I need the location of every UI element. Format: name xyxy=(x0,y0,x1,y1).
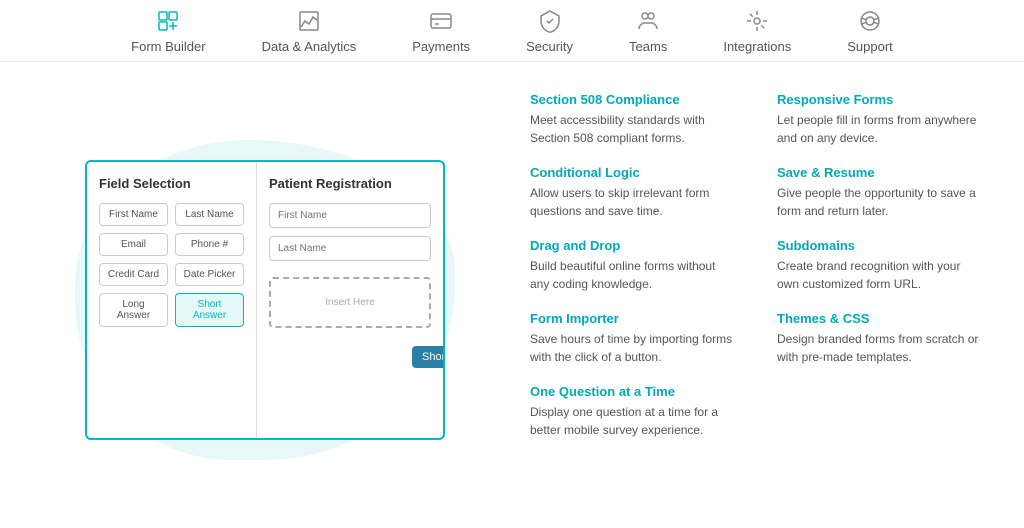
field-selection-panel: Field Selection First Name Last Name Ema… xyxy=(87,162,257,438)
data-analytics-icon xyxy=(295,7,323,35)
feature-subdomains-title[interactable]: Subdomains xyxy=(777,238,984,253)
nav-security-label: Security xyxy=(526,39,573,54)
feature-section-508-desc: Meet accessibility standards with Sectio… xyxy=(530,111,737,147)
nav-support-label: Support xyxy=(847,39,893,54)
field-grid: First Name Last Name Email Phone # Credi… xyxy=(99,203,244,327)
feature-subdomains: Subdomains Create brand recognition with… xyxy=(777,238,984,293)
feature-conditional-logic-title[interactable]: Conditional Logic xyxy=(530,165,737,180)
integrations-icon xyxy=(743,7,771,35)
drop-zone: Insert Here xyxy=(269,277,431,328)
right-panel: Section 508 Compliance Meet accessibilit… xyxy=(530,92,984,508)
feature-themes-css-desc: Design branded forms from scratch or wit… xyxy=(777,330,984,366)
left-panel: Field Selection First Name Last Name Ema… xyxy=(40,92,490,508)
feature-section-508: Section 508 Compliance Meet accessibilit… xyxy=(530,92,737,147)
features-col1: Section 508 Compliance Meet accessibilit… xyxy=(530,92,737,457)
drag-tooltip: Short Answer xyxy=(412,346,445,368)
field-chip-first-name[interactable]: First Name xyxy=(99,203,168,226)
feature-drag-drop-desc: Build beautiful online forms without any… xyxy=(530,257,737,293)
nav-teams[interactable]: Teams xyxy=(601,7,695,54)
field-chip-long-answer[interactable]: Long Answer xyxy=(99,293,168,327)
feature-responsive-forms-title[interactable]: Responsive Forms xyxy=(777,92,984,107)
feature-one-question-title[interactable]: One Question at a Time xyxy=(530,384,737,399)
drop-zone-hint: Insert Here xyxy=(325,297,374,308)
support-icon xyxy=(856,7,884,35)
form-preview: Field Selection First Name Last Name Ema… xyxy=(85,160,445,440)
nav-data-analytics-label: Data & Analytics xyxy=(262,39,357,54)
teams-icon xyxy=(634,7,662,35)
field-selection-title: Field Selection xyxy=(99,176,244,191)
feature-one-question: One Question at a Time Display one quest… xyxy=(530,384,737,439)
nav-payments[interactable]: Payments xyxy=(384,7,498,54)
nav-teams-label: Teams xyxy=(629,39,667,54)
feature-conditional-logic: Conditional Logic Allow users to skip ir… xyxy=(530,165,737,220)
form-area: Patient Registration Insert Here Short A… xyxy=(257,162,443,438)
feature-one-question-desc: Display one question at a time for a bet… xyxy=(530,403,737,439)
nav-security[interactable]: Security xyxy=(498,7,601,54)
feature-themes-css-title[interactable]: Themes & CSS xyxy=(777,311,984,326)
main-content: Field Selection First Name Last Name Ema… xyxy=(0,62,1024,528)
feature-save-resume: Save & Resume Give people the opportunit… xyxy=(777,165,984,220)
field-chip-date-picker[interactable]: Date Picker xyxy=(175,263,244,286)
nav-form-builder-label: Form Builder xyxy=(131,39,205,54)
nav-data-analytics[interactable]: Data & Analytics xyxy=(234,7,385,54)
feature-responsive-forms-desc: Let people fill in forms from anywhere a… xyxy=(777,111,984,147)
features-col2: Responsive Forms Let people fill in form… xyxy=(777,92,984,457)
form-builder-icon xyxy=(154,7,182,35)
field-chip-email[interactable]: Email xyxy=(99,233,168,256)
form-area-title: Patient Registration xyxy=(269,176,431,191)
nav-integrations-label: Integrations xyxy=(723,39,791,54)
feature-drag-drop: Drag and Drop Build beautiful online for… xyxy=(530,238,737,293)
main-nav: Form Builder Data & Analytics Payments xyxy=(0,0,1024,62)
field-chip-credit-card[interactable]: Credit Card xyxy=(99,263,168,286)
form-first-name-input[interactable] xyxy=(269,203,431,228)
nav-payments-label: Payments xyxy=(412,39,470,54)
nav-form-builder[interactable]: Form Builder xyxy=(103,7,233,54)
field-chip-phone[interactable]: Phone # xyxy=(175,233,244,256)
payments-icon xyxy=(427,7,455,35)
feature-save-resume-title[interactable]: Save & Resume xyxy=(777,165,984,180)
security-icon xyxy=(536,7,564,35)
feature-drag-drop-title[interactable]: Drag and Drop xyxy=(530,238,737,253)
feature-conditional-logic-desc: Allow users to skip irrelevant form ques… xyxy=(530,184,737,220)
field-chip-short-answer[interactable]: Short Answer xyxy=(175,293,244,327)
feature-form-importer-desc: Save hours of time by importing forms wi… xyxy=(530,330,737,366)
nav-support[interactable]: Support xyxy=(819,7,921,54)
feature-subdomains-desc: Create brand recognition with your own c… xyxy=(777,257,984,293)
feature-save-resume-desc: Give people the opportunity to save a fo… xyxy=(777,184,984,220)
feature-themes-css: Themes & CSS Design branded forms from s… xyxy=(777,311,984,366)
feature-section-508-title[interactable]: Section 508 Compliance xyxy=(530,92,737,107)
feature-responsive-forms: Responsive Forms Let people fill in form… xyxy=(777,92,984,147)
nav-integrations[interactable]: Integrations xyxy=(695,7,819,54)
feature-form-importer-title[interactable]: Form Importer xyxy=(530,311,737,326)
feature-form-importer: Form Importer Save hours of time by impo… xyxy=(530,311,737,366)
field-chip-last-name[interactable]: Last Name xyxy=(175,203,244,226)
form-last-name-input[interactable] xyxy=(269,236,431,261)
